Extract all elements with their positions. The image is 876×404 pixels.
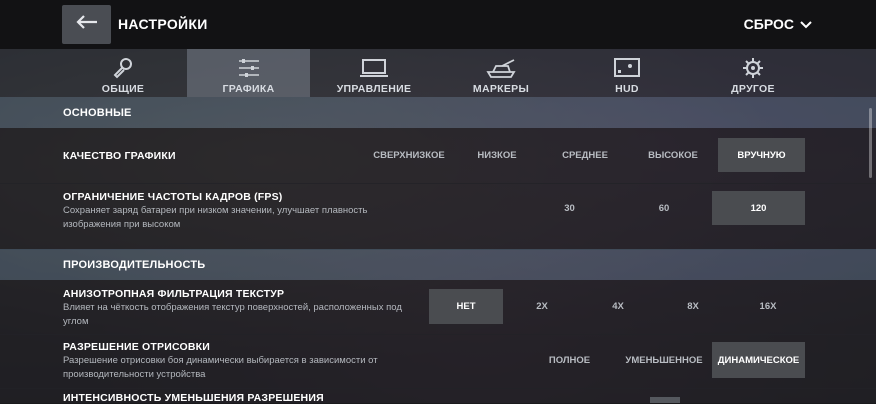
chevron-down-icon <box>800 16 812 32</box>
setting-description: Влияет на чёткость отображения текстур п… <box>63 302 402 327</box>
slider-handle[interactable] <box>650 397 680 403</box>
aniso-option-8x[interactable]: 8X <box>658 289 728 324</box>
aniso-option-none[interactable]: НЕТ <box>429 289 503 324</box>
scrollbar[interactable] <box>869 108 872 178</box>
tab-general[interactable]: ОБЩИЕ <box>62 49 184 97</box>
resolution-option-dynamic[interactable]: ДИНАМИЧЕСКОЕ <box>712 342 805 378</box>
quality-option-manual[interactable]: ВРУЧНУЮ <box>718 138 805 172</box>
tab-controls[interactable]: УПРАВЛЕНИЕ <box>313 49 435 97</box>
tab-other[interactable]: ДРУГОЕ <box>692 49 814 97</box>
tab-markers[interactable]: МАРКЕРЫ <box>440 49 562 97</box>
top-bar: НАСТРОЙКИ СБРОС <box>0 0 876 49</box>
hud-icon <box>613 55 641 81</box>
sliders-icon <box>237 55 261 81</box>
monitor-icon <box>359 55 389 81</box>
section-basic: ОСНОВНЫЕ <box>0 97 876 128</box>
gear-icon <box>742 55 764 81</box>
setting-label: ОГРАНИЧЕНИЕ ЧАСТОТЫ КАДРОВ (FPS) <box>63 191 283 203</box>
setting-label: РАЗРЕШЕНИЕ ОТРИСОВКИ <box>63 341 211 353</box>
arrow-left-icon <box>75 14 99 35</box>
reset-label: СБРОС <box>743 16 794 32</box>
wrench-icon <box>112 55 134 81</box>
aniso-option-2x[interactable]: 2X <box>506 289 578 324</box>
setting-label: АНИЗОТРОПНАЯ ФИЛЬТРАЦИЯ ТЕКСТУР <box>63 288 285 300</box>
setting-anisotropic-filtering: АНИЗОТРОПНАЯ ФИЛЬТРАЦИЯ ТЕКСТУР Влияет н… <box>0 280 876 335</box>
page-title: НАСТРОЙКИ <box>118 16 208 32</box>
setting-description: Разрешение отрисовки боя динамически выб… <box>63 355 378 380</box>
setting-label: КАЧЕСТВО ГРАФИКИ <box>63 150 176 162</box>
section-performance: ПРОИЗВОДИТЕЛЬНОСТЬ <box>0 249 876 280</box>
setting-render-resolution: РАЗРЕШЕНИЕ ОТРИСОВКИ Разрешение отрисовк… <box>0 334 876 389</box>
aniso-option-4x[interactable]: 4X <box>582 289 654 324</box>
tab-graphics[interactable]: ГРАФИКА <box>187 49 310 97</box>
setting-graphics-quality: КАЧЕСТВО ГРАФИКИ СВЕРХНИЗКОЕ НИЗКОЕ СРЕД… <box>0 128 876 184</box>
resolution-option-full[interactable]: ПОЛНОЕ <box>532 342 607 378</box>
quality-option-ultralow[interactable]: СВЕРХНИЗКОЕ <box>366 138 452 172</box>
setting-label: ИНТЕНСИВНОСТЬ УМЕНЬШЕНИЯ РАЗРЕШЕНИЯ <box>63 392 324 404</box>
reset-button[interactable]: СБРОС <box>744 16 812 32</box>
setting-description: Сохраняет заряд батареи при низком значе… <box>63 205 368 230</box>
aniso-option-16x[interactable]: 16X <box>733 289 803 324</box>
fps-option-60[interactable]: 60 <box>625 191 703 225</box>
setting-resolution-intensity: ИНТЕНСИВНОСТЬ УМЕНЬШЕНИЯ РАЗРЕШЕНИЯ <box>0 388 876 404</box>
quality-option-high[interactable]: ВЫСОКОЕ <box>636 138 710 172</box>
fps-option-30[interactable]: 30 <box>532 191 607 225</box>
setting-fps-limit: ОГРАНИЧЕНИЕ ЧАСТОТЫ КАДРОВ (FPS) Сохраня… <box>0 183 876 250</box>
back-button[interactable] <box>62 5 111 44</box>
quality-option-medium[interactable]: СРЕДНЕЕ <box>546 138 624 172</box>
fps-option-120[interactable]: 120 <box>712 191 805 225</box>
tab-hud[interactable]: HUD <box>566 49 688 97</box>
resolution-option-reduced[interactable]: УМЕНЬШЕННОЕ <box>620 342 708 378</box>
quality-option-low[interactable]: НИЗКОЕ <box>461 138 533 172</box>
tank-icon <box>484 55 518 81</box>
tab-bar: ОБЩИЕ ГРАФИКА УПРАВЛЕНИЕ МАРКЕРЫ HUD ДРУ… <box>0 49 876 97</box>
